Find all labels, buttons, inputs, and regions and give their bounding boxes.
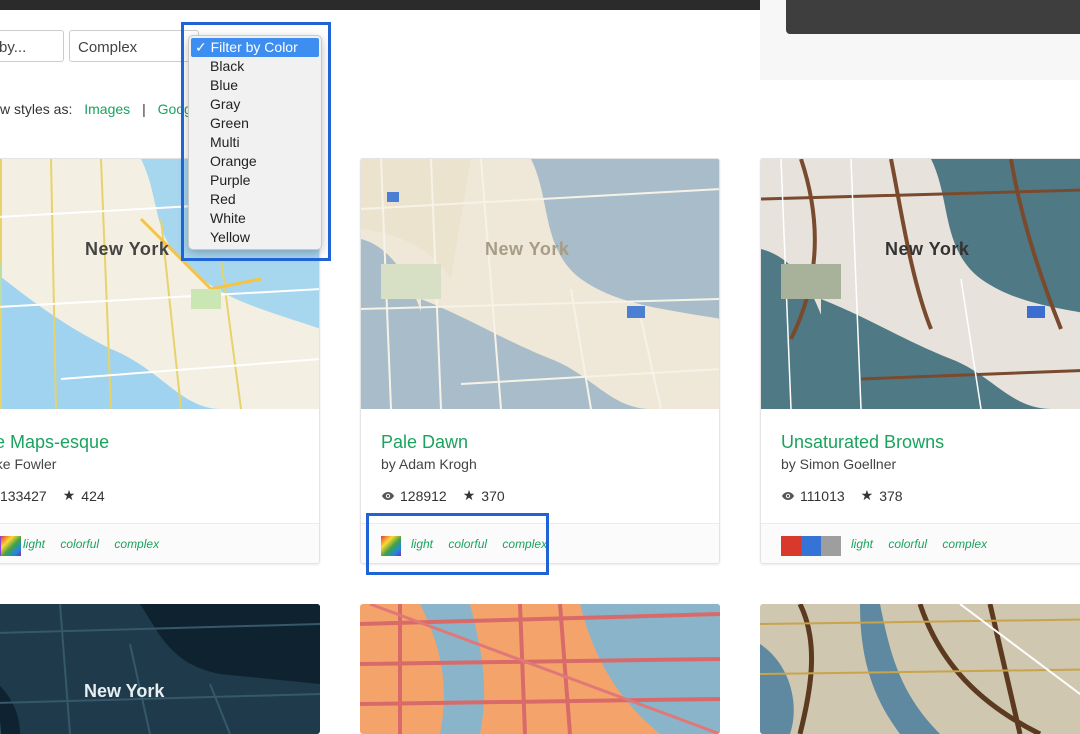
view-count: 128912	[400, 487, 447, 504]
sort-select[interactable]: by...	[0, 30, 64, 62]
card-stats: 128912 ★ 370	[381, 487, 505, 504]
card-stats: 133427 ★ 424	[0, 487, 105, 504]
star-icon: ★	[462, 487, 476, 503]
map-city-label: New York	[84, 681, 165, 701]
color-swatch-gray[interactable]	[821, 536, 841, 556]
map-city-label: New York	[885, 239, 970, 259]
card-footer: light colorful complex	[0, 523, 319, 563]
color-swatch-blue[interactable]	[801, 536, 821, 556]
card-title[interactable]: ple Maps-esque	[0, 432, 109, 453]
tag-complex[interactable]: complex	[942, 537, 987, 551]
card-author[interactable]: by Adam Krogh	[381, 456, 477, 472]
map-city-label: New York	[85, 239, 170, 259]
color-swatches[interactable]	[0, 536, 21, 556]
card-author[interactable]: Mike Fowler	[0, 456, 56, 472]
star-icon: ★	[860, 487, 874, 503]
eye-icon	[781, 488, 795, 504]
tag-light[interactable]: light	[23, 537, 45, 551]
map-thumbnail[interactable]: New York	[361, 159, 719, 409]
highlight-dropdown	[181, 22, 331, 261]
view-count: 111013	[800, 487, 845, 504]
card-stats: 111013 ★ 378	[781, 487, 903, 504]
star-count: 370	[481, 487, 505, 504]
color-swatches[interactable]	[781, 536, 841, 556]
tag-colorful[interactable]: colorful	[888, 537, 927, 551]
tag-complex[interactable]: complex	[114, 537, 159, 551]
tag-colorful[interactable]: colorful	[60, 537, 99, 551]
view-separator: |	[142, 101, 146, 117]
map-thumbnail[interactable]: New York	[761, 159, 1080, 409]
map-city-label: New York	[485, 239, 570, 259]
complexity-select[interactable]: Complex	[69, 30, 199, 62]
style-card-brown[interactable]	[760, 604, 1080, 734]
color-swatch-multi[interactable]	[1, 536, 21, 556]
card-footer: light colorful complex	[761, 523, 1080, 563]
tag-light[interactable]: light	[851, 537, 873, 551]
view-styles-label: w styles as:	[0, 101, 73, 117]
card-tags: light colorful complex	[23, 537, 171, 551]
star-count: 378	[879, 487, 903, 504]
star-count: 424	[81, 487, 105, 504]
star-icon: ★	[62, 487, 76, 503]
card-title[interactable]: Unsaturated Browns	[781, 432, 944, 453]
style-card-pale-dawn[interactable]: New York Pale Dawn by Adam Krogh 128912 …	[360, 158, 720, 564]
view-count: 133427	[0, 487, 47, 504]
card-title[interactable]: Pale Dawn	[381, 432, 468, 453]
card-author[interactable]: by Simon Goellner	[781, 456, 896, 472]
color-swatch-red[interactable]	[781, 536, 801, 556]
card-tags: light colorful complex	[851, 537, 999, 551]
style-card-orange[interactable]	[360, 604, 720, 734]
highlight-tags	[366, 513, 549, 575]
view-styles-row: w styles as: Images | Googl	[0, 101, 195, 117]
side-thumbnail[interactable]	[786, 0, 1080, 34]
eye-icon	[381, 488, 395, 504]
view-images-link[interactable]: Images	[84, 101, 130, 117]
style-card-dark[interactable]: New York	[0, 604, 320, 734]
style-card-unsaturated-browns[interactable]: New York Unsaturated Browns by Simon Goe…	[760, 158, 1080, 564]
